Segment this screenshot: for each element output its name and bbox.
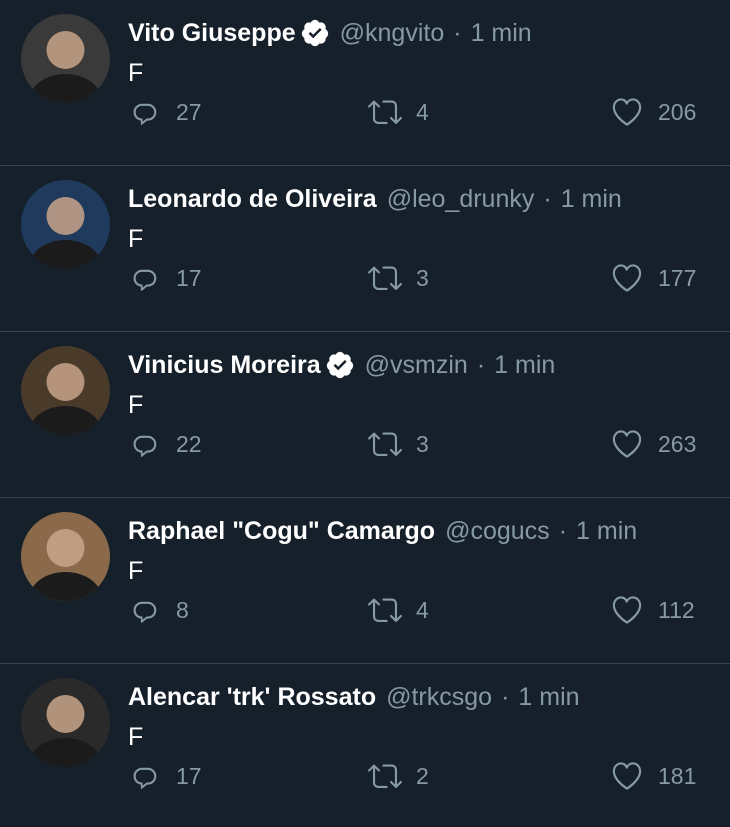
- like-button[interactable]: 112: [610, 590, 695, 630]
- avatar[interactable]: [21, 346, 110, 435]
- retweet-icon: [368, 598, 402, 622]
- display-name[interactable]: Raphael "Cogu" Camargo: [128, 514, 435, 548]
- reply-button[interactable]: 17: [128, 756, 202, 796]
- like-count: 263: [658, 430, 697, 457]
- tweet-text: F: [128, 225, 144, 253]
- timestamp[interactable]: 1 min: [518, 680, 579, 714]
- tweet[interactable]: Vinicius Moreira @vsmzin · 1 min F 22 3 …: [0, 332, 730, 498]
- display-name[interactable]: Alencar 'trk' Rossato: [128, 680, 376, 714]
- heart-icon: [612, 430, 642, 458]
- like-button[interactable]: 206: [610, 92, 696, 132]
- like-button[interactable]: 263: [610, 424, 696, 464]
- verified-badge-icon: [300, 18, 330, 48]
- reply-button[interactable]: 8: [128, 590, 189, 630]
- tweet-text: F: [128, 59, 144, 87]
- reply-icon: [133, 767, 157, 789]
- avatar-photo: [21, 346, 110, 435]
- tweet-header: Vinicius Moreira @vsmzin · 1 min: [128, 348, 555, 382]
- avatar-photo: [21, 14, 110, 103]
- tweet-actions: 22 3 263: [128, 424, 703, 464]
- timestamp[interactable]: 1 min: [576, 514, 637, 548]
- avatar[interactable]: [21, 14, 110, 103]
- tweet-text: F: [128, 723, 144, 751]
- tweet[interactable]: Leonardo de Oliveira @leo_drunky · 1 min…: [0, 166, 730, 332]
- retweet-count: 3: [416, 264, 429, 291]
- avatar-photo: [21, 512, 110, 601]
- reply-icon: [133, 103, 157, 125]
- timeline: Vito Giuseppe @kngvito · 1 min F 27 4 20…: [0, 0, 730, 827]
- retweet-button[interactable]: 4: [368, 92, 429, 132]
- reply-icon: [133, 435, 157, 457]
- heart-icon: [612, 264, 642, 292]
- reply-icon: [133, 269, 157, 291]
- like-count: 181: [658, 762, 697, 789]
- avatar-photo: [21, 180, 110, 269]
- display-name[interactable]: Vito Giuseppe: [128, 16, 296, 50]
- like-button[interactable]: 177: [610, 258, 696, 298]
- avatar-photo: [21, 678, 110, 767]
- tweet-header: Alencar 'trk' Rossato @trkcsgo · 1 min: [128, 680, 580, 714]
- tweet-actions: 27 4 206: [128, 92, 703, 132]
- timestamp[interactable]: 1 min: [471, 16, 532, 50]
- reply-count: 27: [176, 98, 202, 125]
- reply-count: 22: [176, 430, 202, 457]
- reply-count: 17: [176, 264, 202, 291]
- retweet-icon: [368, 100, 402, 124]
- tweet[interactable]: Raphael "Cogu" Camargo @cogucs · 1 min F…: [0, 498, 730, 664]
- tweet-header: Raphael "Cogu" Camargo @cogucs · 1 min: [128, 514, 637, 548]
- retweet-count: 4: [416, 98, 429, 125]
- handle[interactable]: @kngvito: [340, 16, 445, 50]
- reply-button[interactable]: 17: [128, 258, 202, 298]
- retweet-count: 4: [416, 596, 429, 623]
- tweet-text: F: [128, 557, 144, 585]
- tweet-text: F: [128, 391, 144, 419]
- reply-icon: [133, 601, 157, 623]
- like-count: 206: [658, 98, 697, 125]
- tweet[interactable]: Alencar 'trk' Rossato @trkcsgo · 1 min F…: [0, 664, 730, 827]
- reply-count: 8: [176, 596, 189, 623]
- tweet-header: Leonardo de Oliveira @leo_drunky · 1 min: [128, 182, 622, 216]
- like-button[interactable]: 181: [610, 756, 696, 796]
- handle[interactable]: @cogucs: [445, 514, 550, 548]
- separator: ·: [453, 19, 462, 47]
- tweet-header: Vito Giuseppe @kngvito · 1 min: [128, 16, 532, 50]
- handle[interactable]: @vsmzin: [365, 348, 468, 382]
- retweet-count: 2: [416, 762, 429, 789]
- separator: ·: [558, 517, 568, 545]
- verified-badge-icon: [325, 350, 355, 380]
- like-count: 177: [658, 264, 697, 291]
- retweet-count: 3: [416, 430, 429, 457]
- tweet-actions: 17 3 177: [128, 258, 703, 298]
- like-count: 112: [658, 596, 695, 623]
- tweet[interactable]: Vito Giuseppe @kngvito · 1 min F 27 4 20…: [0, 0, 730, 166]
- heart-icon: [612, 762, 642, 790]
- avatar[interactable]: [21, 678, 110, 767]
- heart-icon: [612, 98, 642, 126]
- retweet-icon: [368, 266, 402, 290]
- retweet-icon: [368, 764, 402, 788]
- reply-button[interactable]: 22: [128, 424, 202, 464]
- timestamp[interactable]: 1 min: [494, 348, 555, 382]
- display-name[interactable]: Leonardo de Oliveira: [128, 182, 377, 216]
- retweet-button[interactable]: 2: [368, 756, 429, 796]
- retweet-button[interactable]: 4: [368, 590, 429, 630]
- separator: ·: [476, 351, 486, 379]
- handle[interactable]: @trkcsgo: [386, 680, 492, 714]
- tweet-actions: 8 4 112: [128, 590, 703, 630]
- separator: ·: [501, 683, 510, 711]
- reply-button[interactable]: 27: [128, 92, 202, 132]
- separator: ·: [543, 185, 552, 213]
- tweet-actions: 17 2 181: [128, 756, 703, 796]
- handle[interactable]: @leo_drunky: [387, 182, 535, 216]
- reply-count: 17: [176, 762, 202, 789]
- avatar[interactable]: [21, 512, 110, 601]
- heart-icon: [612, 596, 642, 624]
- retweet-button[interactable]: 3: [368, 258, 429, 298]
- retweet-icon: [368, 432, 402, 456]
- display-name[interactable]: Vinicius Moreira: [128, 348, 321, 382]
- timestamp[interactable]: 1 min: [561, 182, 622, 216]
- retweet-button[interactable]: 3: [368, 424, 429, 464]
- avatar[interactable]: [21, 180, 110, 269]
